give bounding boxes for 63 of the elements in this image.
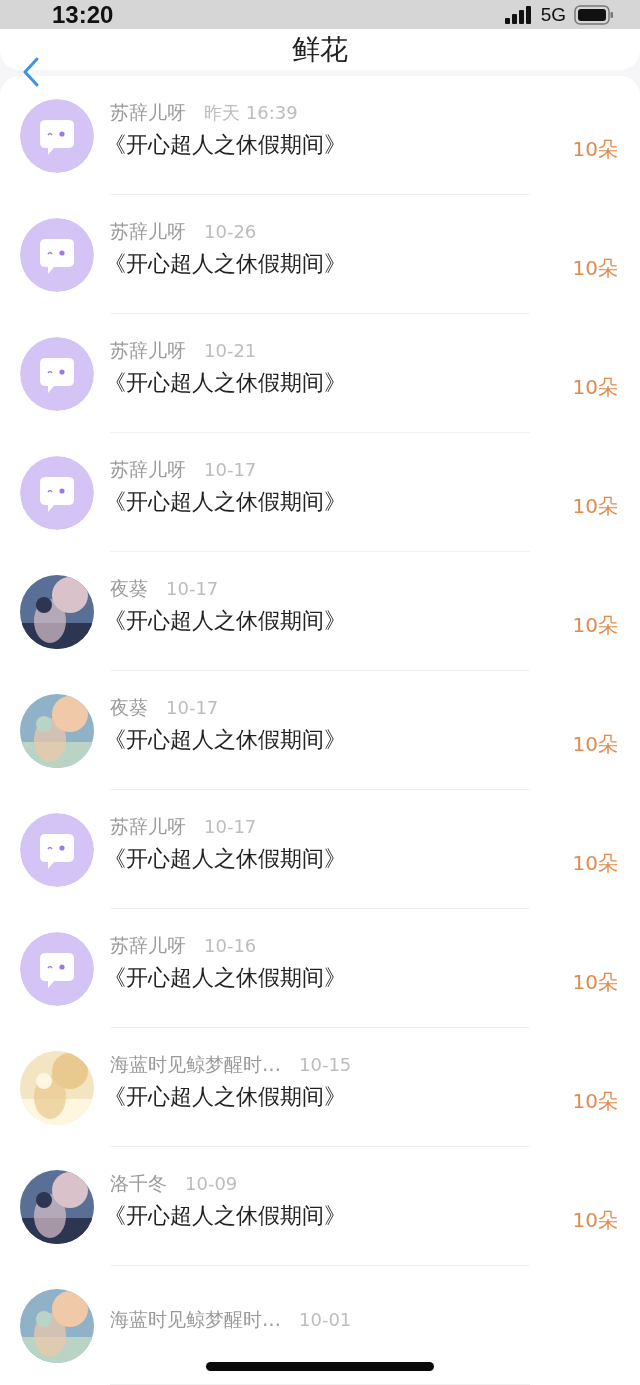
battery-icon [574,4,614,25]
gift-row[interactable]: 苏辞儿呀 昨天 16:39 《开心超人之休假期间》 10朵 [0,76,640,195]
gift-row[interactable]: 苏辞儿呀 10-17 《开心超人之休假期间》 10朵 [0,433,640,552]
gift-row[interactable]: 夜葵 10-17 《开心超人之休假期间》 10朵 [0,671,640,790]
work-title: 《开心超人之休假期间》 [104,963,347,992]
chat-bubble-icon [20,98,94,173]
signal-icon [504,5,533,24]
gift-time: 10-26 [204,220,257,242]
gift-time: 10-15 [299,1053,352,1075]
chat-bubble-icon [20,812,94,887]
sender-name: 苏辞儿呀 [110,456,186,482]
flower-count: 10朵 [572,1088,618,1115]
flower-count: 10朵 [572,731,618,758]
gift-time: 10-17 [204,458,257,480]
sender-name: 海蓝时见鲸梦醒时… [110,1306,281,1332]
gift-time: 10-09 [185,1172,238,1194]
sender-name: 苏辞儿呀 [110,99,186,125]
chat-bubble-icon [20,336,94,411]
work-title: 《开心超人之休假期间》 [104,1082,347,1111]
gift-row[interactable]: 苏辞儿呀 10-16 《开心超人之休假期间》 10朵 [0,909,640,1028]
gift-time: 10-17 [166,577,219,599]
sender-name: 夜葵 [110,694,148,720]
flower-count: 10朵 [572,612,618,639]
sender-name: 苏辞儿呀 [110,337,186,363]
work-title: 《开心超人之休假期间》 [104,249,347,278]
sender-name: 洛千冬 [110,1170,167,1196]
flower-count: 10朵 [572,374,618,401]
work-title: 《开心超人之休假期间》 [104,725,347,754]
work-title: 《开心超人之休假期间》 [104,368,347,397]
work-title: 《开心超人之休假期间》 [104,844,347,873]
gift-time: 昨天 16:39 [204,100,298,125]
page-title: 鲜花 [292,31,348,68]
flower-count: 10朵 [572,850,618,877]
sender-name: 苏辞儿呀 [110,218,186,244]
flower-count: 10朵 [572,969,618,996]
sender-name: 苏辞儿呀 [110,813,186,839]
work-title: 《开心超人之休假期间》 [104,487,347,516]
gift-row[interactable]: 夜葵 10-17 《开心超人之休假期间》 10朵 [0,552,640,671]
work-title: 《开心超人之休假期间》 [104,130,347,159]
sender-name: 海蓝时见鲸梦醒时… [110,1051,281,1077]
sender-name: 夜葵 [110,575,148,601]
gift-row[interactable]: 洛千冬 10-09 《开心超人之休假期间》 10朵 [0,1147,640,1266]
gift-row[interactable]: 海蓝时见鲸梦醒时… 10-15 《开心超人之休假期间》 10朵 [0,1028,640,1147]
sender-name: 苏辞儿呀 [110,932,186,958]
gift-time: 10-21 [204,339,257,361]
network-label: 5G [540,3,566,26]
work-title: 《开心超人之休假期间》 [104,606,347,635]
chat-bubble-icon [20,455,94,530]
flower-count: 10朵 [572,493,618,520]
gift-time: 10-17 [204,815,257,837]
gift-time: 10-01 [299,1308,352,1330]
gift-row[interactable]: 苏辞儿呀 10-17 《开心超人之休假期间》 10朵 [0,790,640,909]
chat-bubble-icon [20,931,94,1006]
gift-row[interactable]: 苏辞儿呀 10-21 《开心超人之休假期间》 10朵 [0,314,640,433]
status-time: 13:20 [52,0,114,29]
flower-count: 10朵 [572,255,618,282]
gift-time: 10-17 [166,696,219,718]
flower-count: 10朵 [572,1207,618,1234]
gift-time: 10-16 [204,934,257,956]
flower-count: 10朵 [572,136,618,163]
chat-bubble-icon [20,217,94,292]
gift-row[interactable]: 苏辞儿呀 10-26 《开心超人之休假期间》 10朵 [0,195,640,314]
work-title: 《开心超人之休假期间》 [104,1201,347,1230]
